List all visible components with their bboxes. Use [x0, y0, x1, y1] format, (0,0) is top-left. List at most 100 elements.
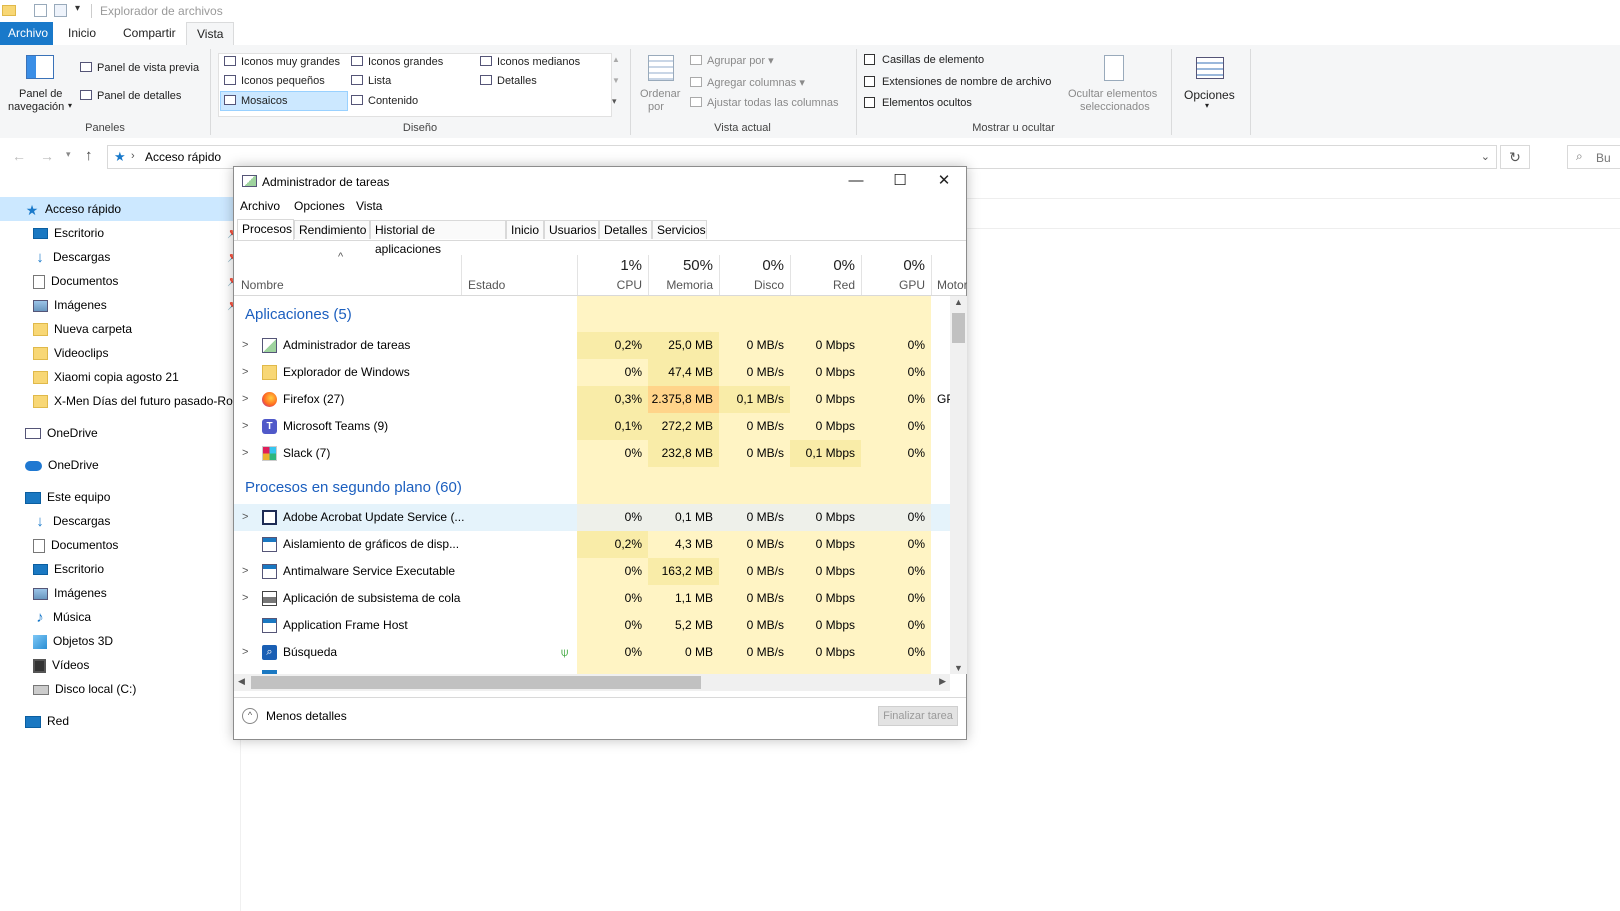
nav-pc-local-disk[interactable]: Disco local (C:)	[33, 678, 136, 700]
layout-l-icons[interactable]: Iconos grandes	[351, 56, 443, 68]
nav-item-xiaomi[interactable]: Xiaomi copia agosto 21	[33, 366, 179, 388]
expand-chevron-icon[interactable]: >	[242, 413, 248, 440]
process-row[interactable]: > Explorador de Windows 0% 47,4 MB 0 MB/…	[234, 359, 950, 386]
file-extensions-checkbox[interactable]	[864, 76, 875, 87]
process-row[interactable]: > Slack (7) 0% 232,8 MB 0 MB/s 0,1 Mbps …	[234, 440, 950, 467]
layout-tiles[interactable]: Mosaicos	[224, 95, 287, 107]
fit-columns-button[interactable]: Ajustar todas las columnas	[690, 97, 838, 109]
sort-by-button[interactable]: Ordenar por	[638, 53, 686, 117]
expand-chevron-icon[interactable]: >	[242, 639, 248, 666]
vertical-scrollbar[interactable]: ▲ ▼	[950, 296, 967, 674]
gallery-expand-icon[interactable]: ▾	[612, 96, 617, 107]
maximize-icon[interactable]: ☐	[878, 167, 922, 195]
process-row[interactable]: > Aplicación de subsistema de cola 0% 1,…	[234, 585, 950, 612]
back-arrow-icon[interactable]: ←	[12, 148, 26, 164]
column-status[interactable]: Estado	[461, 255, 577, 295]
nav-this-pc[interactable]: Este equipo	[25, 486, 110, 508]
nav-onedrive-2[interactable]: OneDrive	[25, 454, 99, 476]
menu-file[interactable]: Archivo	[240, 199, 280, 213]
breadcrumb[interactable]: Acceso rápido	[145, 150, 221, 164]
hidden-items-checkbox[interactable]	[864, 97, 875, 108]
column-cpu[interactable]: 1% CPU	[577, 255, 648, 295]
file-extensions-option[interactable]: Extensiones de nombre de archivo	[864, 76, 1051, 88]
nav-pc-music[interactable]: ♪ Música	[33, 606, 91, 628]
tab-view[interactable]: Vista	[186, 22, 235, 47]
layout-s-icons[interactable]: Iconos pequeños	[224, 75, 325, 87]
nav-pc-pictures[interactable]: Imágenes	[33, 582, 107, 604]
nav-item-new-folder[interactable]: Nueva carpeta	[33, 318, 132, 340]
item-checkboxes-checkbox[interactable]	[864, 54, 875, 65]
customize-toolbar-icon[interactable]: ▾	[75, 3, 80, 14]
tab-file[interactable]: Archivo	[0, 22, 53, 45]
process-row[interactable]: Aislamiento de gráficos de disp... 0,2% …	[234, 531, 950, 558]
nav-item-videoclips[interactable]: Videoclips	[33, 342, 108, 364]
properties-icon[interactable]	[34, 4, 47, 17]
layout-list[interactable]: Lista	[351, 75, 391, 87]
process-row[interactable]: Application Frame Host 0% 5,2 MB 0 MB/s …	[234, 612, 950, 639]
minimize-icon[interactable]: —	[834, 167, 878, 195]
column-gpu[interactable]: 0% GPU	[861, 255, 931, 295]
column-network[interactable]: 0% Red	[790, 255, 861, 295]
process-row[interactable]: > T Microsoft Teams (9) 0,1% 272,2 MB 0 …	[234, 413, 950, 440]
column-disk[interactable]: 0% Disco	[719, 255, 790, 295]
nav-pc-desktop[interactable]: Escritorio	[33, 558, 104, 580]
forward-arrow-icon[interactable]: →	[40, 148, 54, 164]
tab-processes[interactable]: Procesos	[237, 219, 294, 240]
up-arrow-icon[interactable]: ↑	[85, 147, 93, 164]
scroll-thumb[interactable]	[251, 676, 701, 689]
layout-m-icons[interactable]: Iconos medianos	[480, 56, 580, 68]
hide-selected-button[interactable]: Ocultar elementos seleccionados	[1066, 53, 1166, 119]
nav-pc-videos[interactable]: Vídeos	[33, 654, 89, 676]
tab-share[interactable]: Compartir	[113, 22, 186, 45]
expand-chevron-icon[interactable]: >	[242, 504, 248, 531]
expand-chevron-icon[interactable]: >	[242, 440, 248, 467]
scroll-down-icon[interactable]: ▼	[954, 663, 963, 673]
nav-network[interactable]: Red	[25, 710, 69, 732]
nav-item-documents[interactable]: Documentos	[33, 270, 118, 292]
item-checkboxes-option[interactable]: Casillas de elemento	[864, 54, 984, 66]
nav-item-downloads[interactable]: ↓ Descargas	[33, 246, 110, 268]
expand-chevron-icon[interactable]: >	[242, 585, 248, 612]
expand-chevron-icon[interactable]: >	[242, 332, 248, 359]
column-gpu-engine[interactable]: Motor	[931, 255, 967, 295]
hidden-items-option[interactable]: Elementos ocultos	[864, 97, 972, 109]
address-dropdown-icon[interactable]: ⌄	[1481, 150, 1490, 163]
nav-item-xmen[interactable]: X-Men Días del futuro pasado-Rogu	[33, 390, 238, 412]
nav-item-pictures[interactable]: Imágenes	[33, 294, 107, 316]
close-icon[interactable]: ✕	[922, 167, 966, 195]
expand-chevron-icon[interactable]: >	[242, 558, 248, 585]
scroll-up-icon[interactable]: ▲	[954, 297, 963, 307]
tab-users[interactable]: Usuarios	[544, 220, 599, 239]
menu-options[interactable]: Opciones	[294, 199, 345, 213]
scroll-right-icon[interactable]: ▶	[939, 676, 946, 687]
nav-pc-downloads[interactable]: ↓ Descargas	[33, 510, 110, 532]
task-manager-title-bar[interactable]: Administrador de tareas — ☐ ✕	[234, 167, 966, 195]
preview-pane-button[interactable]: Panel de vista previa	[80, 62, 199, 74]
search-box[interactable]: ⌕ Bu	[1567, 145, 1620, 169]
column-name[interactable]: Nombre	[234, 255, 461, 295]
nav-pc-documents[interactable]: Documentos	[33, 534, 118, 556]
tab-startup[interactable]: Inicio	[506, 220, 544, 239]
end-task-button[interactable]: Finalizar tarea	[878, 706, 958, 726]
navigation-pane-button[interactable]: Panel de navegación ▾	[6, 53, 72, 123]
scroll-thumb[interactable]	[952, 313, 965, 343]
expand-chevron-icon[interactable]: >	[242, 359, 248, 386]
column-memory[interactable]: 50% Memoria	[648, 255, 719, 295]
process-row[interactable]: > Firefox (27) 0,3% 2.375,8 MB 0,1 MB/s …	[234, 386, 950, 413]
details-pane-button[interactable]: Panel de detalles	[80, 90, 181, 102]
gallery-scroll-up-icon[interactable]: ▲	[612, 55, 620, 64]
process-row[interactable]: > Antimalware Service Executable 0% 163,…	[234, 558, 950, 585]
options-button[interactable]: Opciones ▾	[1178, 53, 1242, 119]
nav-quick-access[interactable]: ★ Acceso rápido	[25, 198, 121, 220]
process-row-hovered[interactable]: > Adobe Acrobat Update Service (... 0% 0…	[234, 504, 950, 531]
horizontal-scrollbar[interactable]: ◀ ▶	[234, 674, 950, 691]
tab-services[interactable]: Servicios	[652, 220, 707, 239]
group-by-button[interactable]: Agrupar por ▾	[690, 54, 774, 67]
layout-content[interactable]: Contenido	[351, 95, 418, 107]
tab-performance[interactable]: Rendimiento	[294, 220, 370, 239]
tab-home[interactable]: Inicio	[58, 22, 106, 45]
recent-locations-icon[interactable]: ▾	[66, 149, 71, 160]
expand-chevron-icon[interactable]: >	[242, 386, 248, 413]
refresh-icon[interactable]: ↻	[1500, 145, 1530, 169]
nav-onedrive-1[interactable]: OneDrive	[25, 422, 98, 444]
